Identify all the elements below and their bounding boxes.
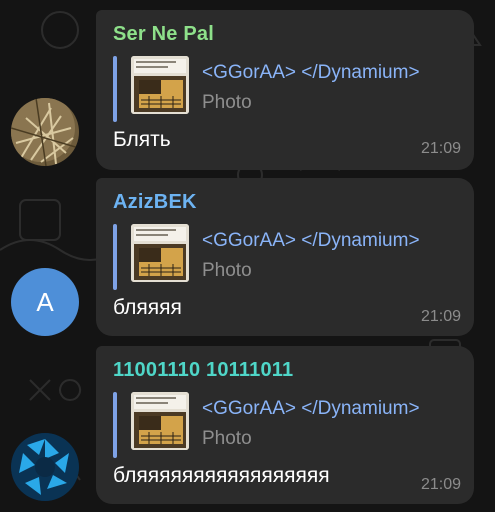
reply-author: <GGorAA> </Dynamium>: [202, 230, 420, 251]
avatar-aperture[interactable]: [11, 433, 79, 501]
message-time: 21:09: [420, 140, 461, 157]
sender-name[interactable]: 11001110 10111011: [113, 359, 293, 382]
sender-name[interactable]: Ser Ne Pal: [113, 23, 214, 46]
reply-photo-thumbnail: [131, 224, 189, 282]
reply-preview[interactable]: <GGorAA> </Dynamium> Photo: [113, 390, 453, 462]
message-bubble[interactable]: AzizBEK <GGorAA> </Dynamium> Photo бляяя…: [96, 178, 474, 336]
reply-accent-bar: [113, 56, 117, 122]
reply-photo-thumbnail: [131, 56, 189, 114]
sender-name[interactable]: AzizBEK: [113, 191, 197, 214]
reply-accent-bar: [113, 224, 117, 290]
reply-accent-bar: [113, 392, 117, 458]
reply-photo-thumbnail: [131, 392, 189, 450]
message-bubble[interactable]: Ser Ne Pal <GGorAA> </Dynamium> Photo Бл…: [96, 10, 474, 170]
reply-preview[interactable]: <GGorAA> </Dynamium> Photo: [113, 54, 453, 126]
reply-preview[interactable]: <GGorAA> </Dynamium> Photo: [113, 222, 453, 294]
reply-author: <GGorAA> </Dynamium>: [202, 398, 420, 419]
avatar-letter[interactable]: A: [11, 268, 79, 336]
avatar-photo[interactable]: [11, 98, 79, 166]
message-bubble[interactable]: 11001110 10111011 <GGorAA> </Dynamium> P…: [96, 346, 474, 504]
aperture-icon: [11, 433, 79, 501]
reply-type-label: Photo: [202, 260, 252, 281]
reply-type-label: Photo: [202, 428, 252, 449]
message-text: Блять: [113, 128, 171, 151]
reply-author: <GGorAA> </Dynamium>: [202, 62, 420, 83]
message-text: бляяяяяяяяяяяяяяяяя: [113, 464, 330, 487]
reply-type-label: Photo: [202, 92, 252, 113]
message-time: 21:09: [420, 308, 461, 325]
message-time: 21:09: [420, 476, 461, 493]
message-text: бляяяя: [113, 296, 182, 319]
avatar-initial: A: [36, 286, 54, 317]
